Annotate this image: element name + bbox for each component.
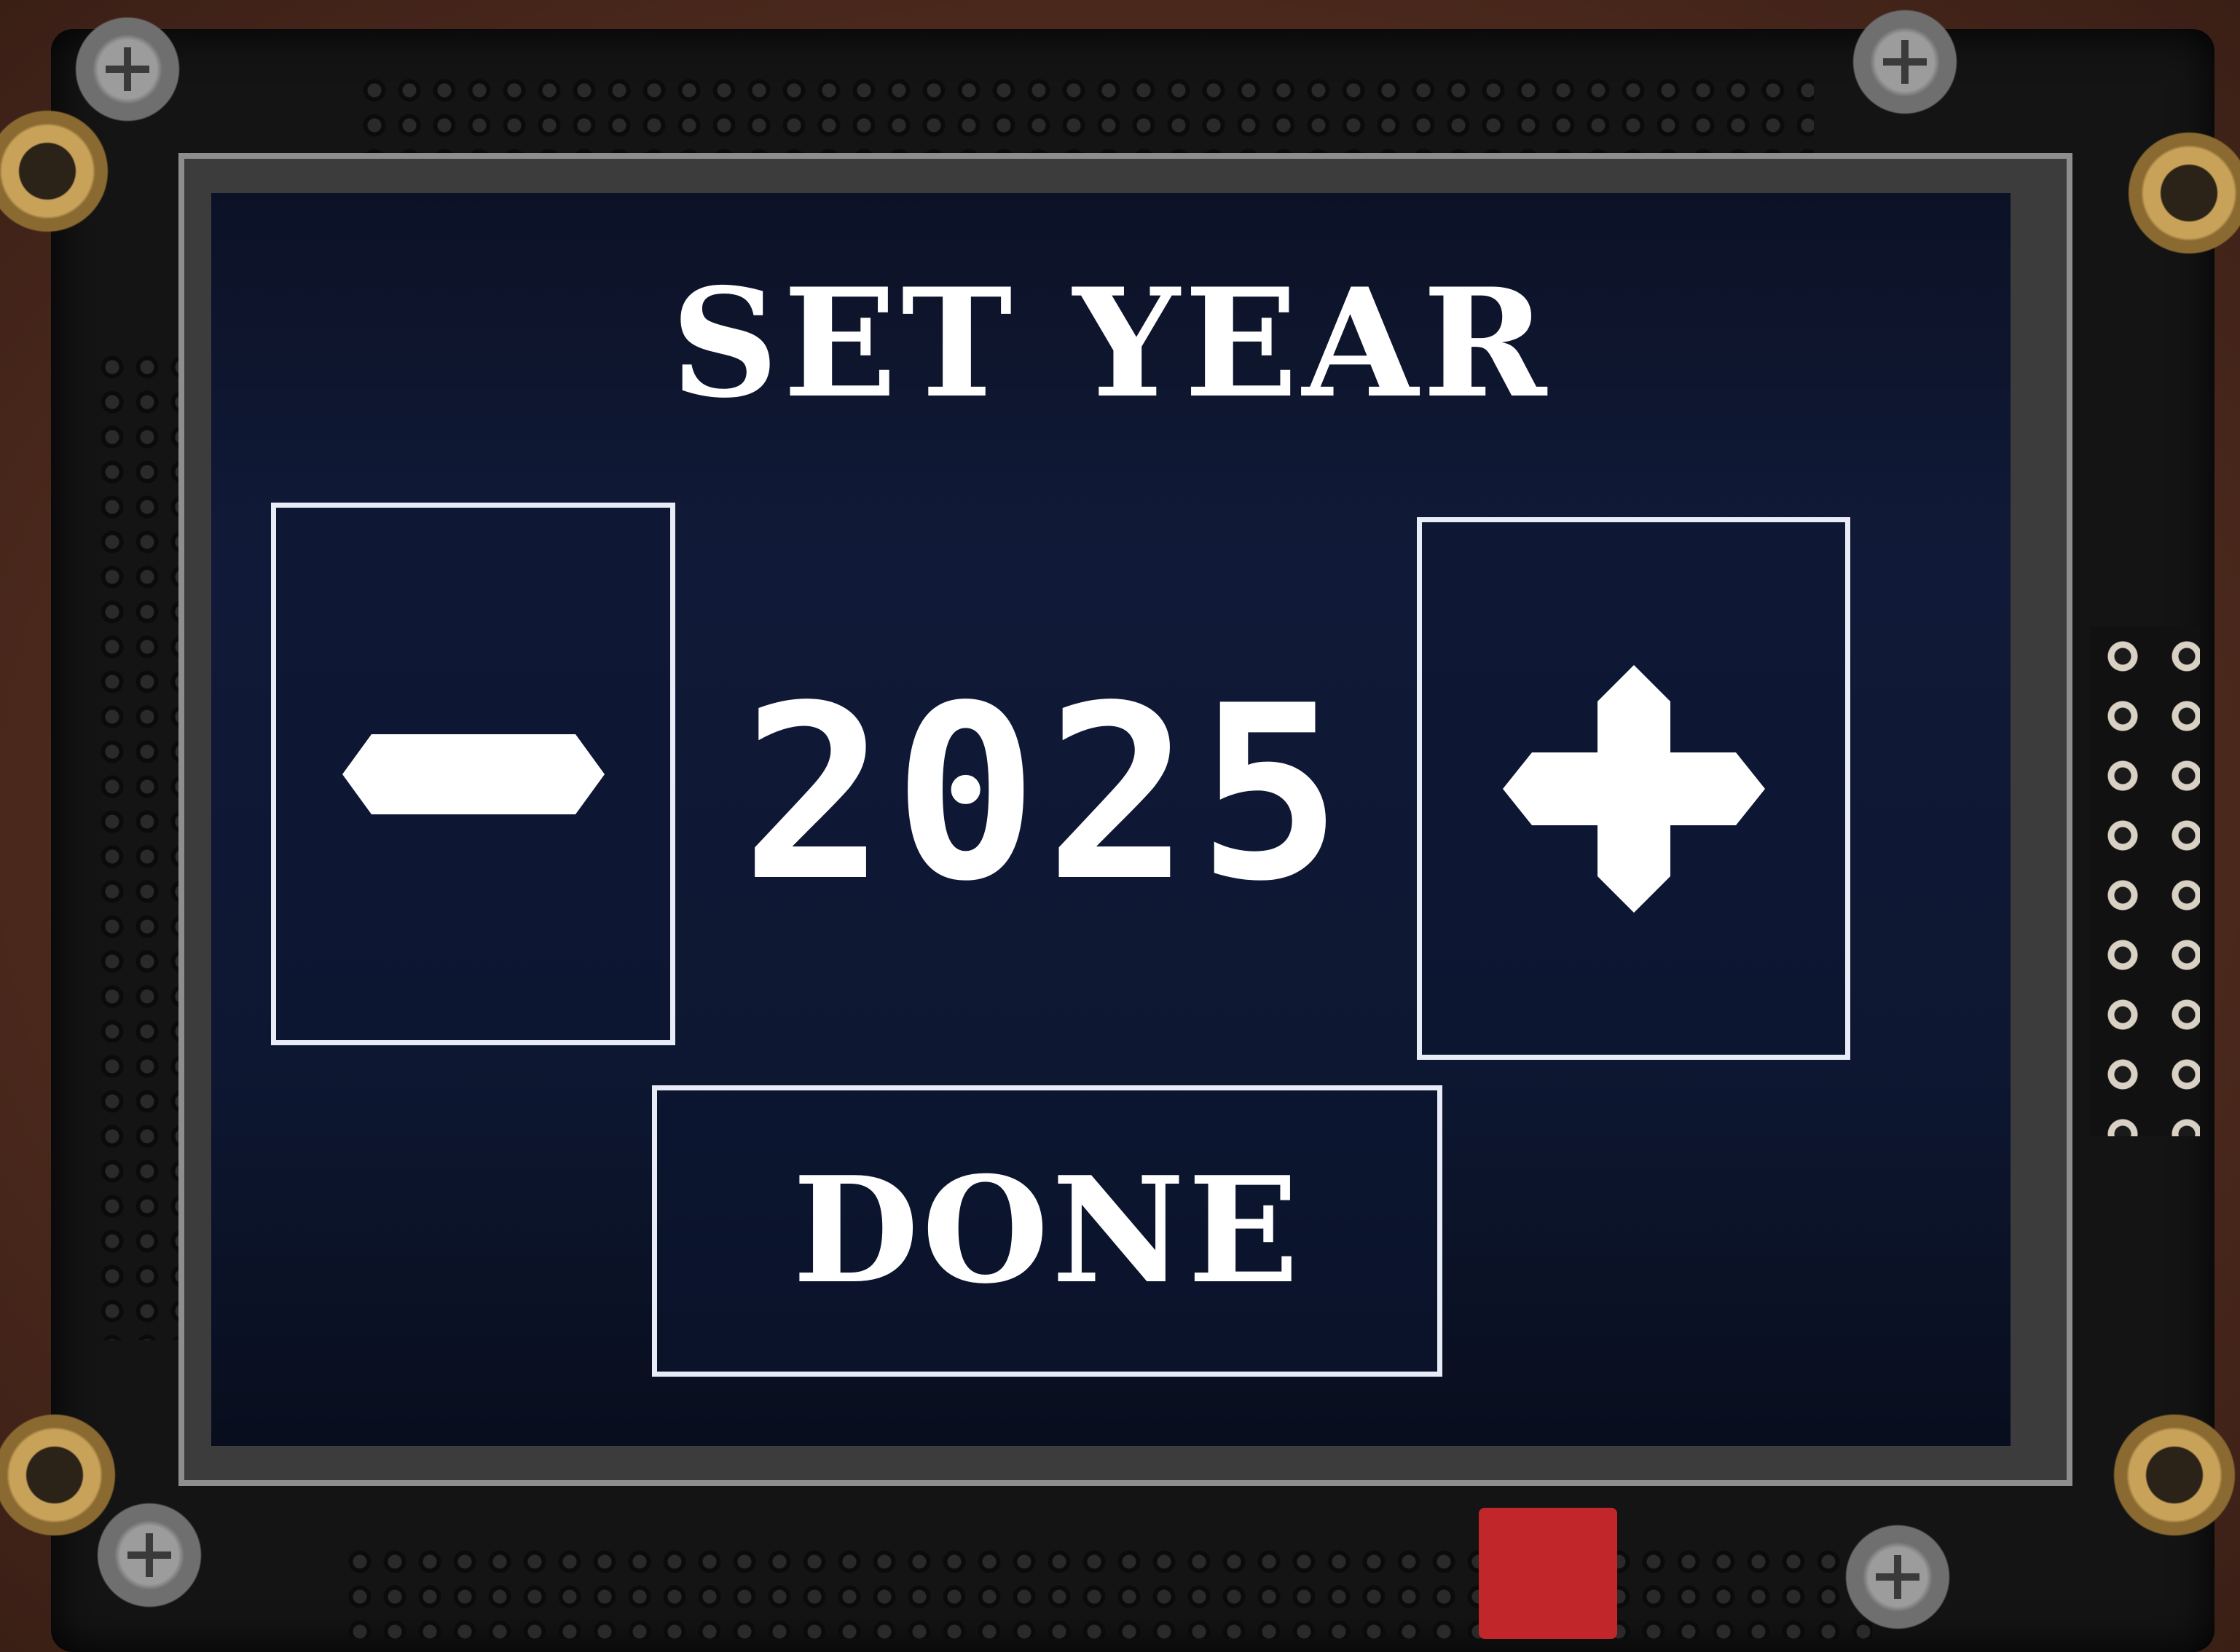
increment-year-button[interactable]	[1417, 517, 1850, 1060]
done-button[interactable]: DONE	[652, 1085, 1442, 1377]
screw-top-right	[1850, 7, 1960, 117]
screw-bottom-left	[95, 1500, 204, 1610]
pin-header-right	[2091, 626, 2200, 1136]
photo-scene: SET YEAR 2025 DONE	[0, 0, 2240, 1652]
plus-icon	[1502, 664, 1765, 913]
year-value: 2025	[741, 654, 1350, 934]
pin-header-bottom	[342, 1544, 1872, 1639]
decrement-year-button[interactable]	[271, 503, 675, 1045]
done-button-label: DONE	[793, 1145, 1302, 1316]
screw-bottom-right	[1843, 1522, 1952, 1632]
pin-header-left	[95, 350, 189, 1340]
brass-standoff-bottom-right	[2113, 1413, 2236, 1537]
lcd-screen: SET YEAR 2025 DONE	[211, 193, 2011, 1446]
red-jumper	[1479, 1508, 1617, 1639]
minus-icon	[342, 733, 605, 814]
screw-top-left	[73, 15, 182, 124]
pin-header-top	[357, 73, 1814, 153]
page-title: SET YEAR	[670, 256, 1552, 431]
